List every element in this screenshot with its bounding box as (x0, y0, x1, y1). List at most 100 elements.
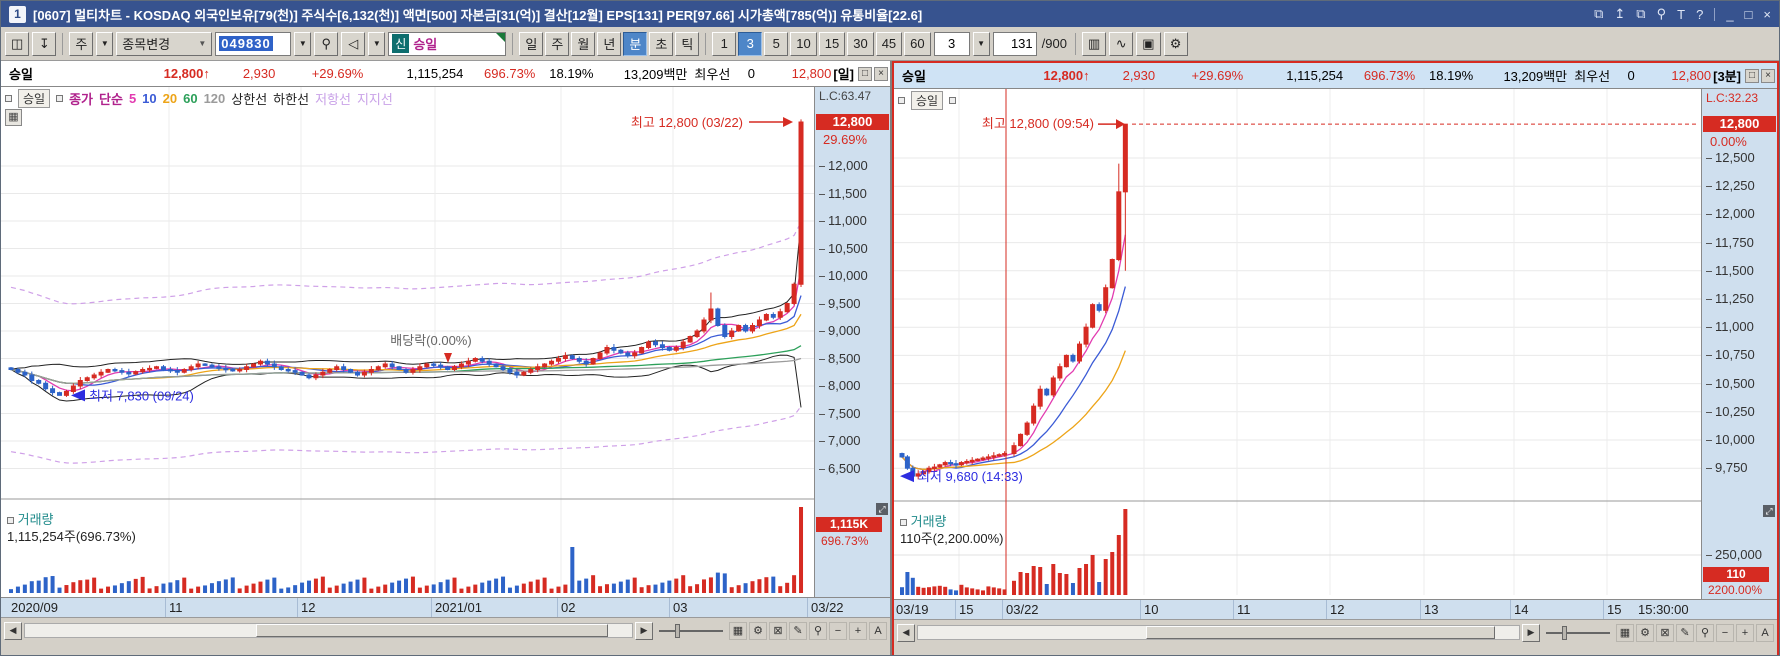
expand-icon[interactable]: ⤢ (876, 503, 888, 515)
lower-band-label[interactable]: 하한선 (273, 89, 309, 108)
quote-grid-icon[interactable]: ▦ (5, 109, 22, 126)
magnifier-icon[interactable]: ⚲ (809, 621, 827, 640)
interval-button-5[interactable]: 5 (764, 31, 789, 56)
expand-icon[interactable]: ⤢ (1763, 505, 1775, 517)
scroll-left-icon[interactable]: ◀ (4, 621, 22, 640)
ma10-label[interactable]: 10 (142, 91, 156, 106)
scrollbar-track[interactable] (24, 623, 633, 638)
settings-gear-icon[interactable]: ⚙ (1636, 623, 1654, 642)
auto-scale-button[interactable]: A (869, 621, 887, 640)
zoom-slider[interactable] (659, 622, 723, 640)
period-button-틱[interactable]: 틱 (675, 31, 700, 56)
stock-name-field[interactable]: 신 승일 (388, 31, 507, 56)
interval-button-30[interactable]: 30 (847, 31, 874, 56)
interval-button-45[interactable]: 45 (875, 31, 903, 56)
magnifier-icon[interactable]: ⚲ (1696, 623, 1714, 642)
indicator-stock-button[interactable]: 승일 (911, 91, 944, 110)
ma60-label[interactable]: 60 (183, 91, 197, 106)
pane-close-button[interactable]: × (874, 66, 888, 81)
add-indicator-icon[interactable]: ▥ (1081, 31, 1107, 56)
close-button[interactable]: × (1763, 7, 1771, 22)
ma20-label[interactable]: 20 (163, 91, 177, 106)
stock-change-button[interactable]: 종목변경 ▼ (116, 31, 213, 56)
layout-grid-icon[interactable]: ▦ (729, 621, 747, 640)
close-price-label[interactable]: 종가 (69, 89, 93, 108)
bar-count-input[interactable]: 131 (992, 31, 1037, 56)
checkbox-icon[interactable] (898, 97, 905, 104)
week-quick-button[interactable]: 주 (69, 31, 94, 56)
pane-close-button[interactable]: × (1761, 68, 1775, 83)
checkbox-icon[interactable] (56, 95, 64, 102)
pane-restore-button[interactable]: □ (858, 66, 872, 81)
maximize-button[interactable]: □ (1745, 7, 1753, 22)
zoom-slider-handle[interactable] (1562, 625, 1567, 640)
indicator-stock-button[interactable]: 승일 (18, 89, 51, 108)
zoom-slider-handle[interactable] (675, 623, 680, 638)
week-dropdown-icon[interactable]: ▼ (96, 31, 114, 56)
pin-icon[interactable]: ⚲ (1657, 6, 1667, 22)
search-icon[interactable]: ⚲ (314, 31, 339, 56)
interval-button-10[interactable]: 10 (790, 31, 817, 56)
zoom-out-button[interactable]: − (829, 621, 847, 640)
stock-code-input[interactable]: 049830 (215, 31, 292, 56)
period-button-년[interactable]: 년 (597, 31, 622, 56)
interval-button-3[interactable]: 3 (738, 31, 763, 56)
checkbox-icon[interactable] (7, 517, 14, 524)
draw-tool-icon[interactable]: ✎ (1676, 623, 1694, 642)
upper-band-label[interactable]: 상한선 (231, 89, 267, 108)
layout-grid-icon[interactable]: ▦ (1616, 623, 1634, 642)
speaker-dropdown-icon[interactable]: ▼ (368, 31, 386, 56)
scrollbar-thumb[interactable] (255, 624, 608, 637)
daily-price-volume-chart[interactable]: 최고 12,800 (03/22) 배당락(0.00%) 최저 7,830 (09/… (1, 87, 816, 597)
scrollbar-track[interactable] (917, 625, 1520, 640)
font-icon[interactable]: T (1677, 7, 1685, 22)
resistance-label[interactable]: 저항선 (315, 89, 351, 108)
period-button-분[interactable]: 분 (623, 31, 648, 56)
daily-chart-area[interactable]: 최고 12,800 (03/22) 배당락(0.00%) 최저 7,830 (09/… (1, 87, 890, 597)
save-chart-icon[interactable]: ▣ (1136, 31, 1161, 56)
pane-restore-button[interactable]: □ (1745, 68, 1759, 83)
add-trendline-icon[interactable]: ∿ (1109, 31, 1134, 56)
scroll-right-icon[interactable]: ▶ (1522, 623, 1540, 642)
checkbox-icon[interactable] (900, 519, 907, 526)
daily-price-axis[interactable]: L.C:63.47 12,800 29.69% ⤢ 1,115K 696.73%… (814, 87, 890, 597)
crosshair-icon[interactable]: ⊠ (769, 621, 787, 640)
save-down-icon[interactable]: ↧ (32, 31, 57, 56)
chart-settings-icon[interactable]: ⚙ (1163, 31, 1188, 56)
checkbox-icon[interactable] (949, 97, 957, 104)
zoom-slider[interactable] (1546, 624, 1610, 642)
scrollbar-thumb[interactable] (1146, 626, 1495, 639)
period-button-일[interactable]: 일 (519, 31, 544, 56)
auto-scale-button[interactable]: A (1756, 623, 1774, 642)
ma120-label[interactable]: 120 (204, 91, 226, 106)
panel-toggle-icon[interactable]: ◫ (5, 31, 30, 56)
checkbox-icon[interactable] (5, 95, 12, 102)
help-icon[interactable]: ? (1696, 7, 1703, 22)
minute-price-volume-chart[interactable]: 최고 12,800 (09:54) 최저 9,680 (14:33) (894, 89, 1701, 599)
scroll-left-icon[interactable]: ◀ (897, 623, 915, 642)
minute-select[interactable]: 3 (933, 31, 970, 56)
period-button-초[interactable]: 초 (649, 31, 674, 56)
speaker-icon[interactable]: ◁ (341, 31, 366, 56)
interval-button-60[interactable]: 60 (904, 31, 931, 56)
popout-icon[interactable]: ⧉ (1594, 6, 1603, 22)
scroll-right-icon[interactable]: ▶ (635, 621, 653, 640)
minute-price-axis[interactable]: L.C:32.23 12,800 0.00% ⤢ 250,000 110 220… (1701, 89, 1777, 599)
minimize-button[interactable]: _ (1726, 7, 1733, 22)
minute-select-dropdown-icon[interactable]: ▼ (972, 31, 990, 56)
duplicate-window-icon[interactable]: ⧉ (1636, 6, 1645, 22)
minute-time-axis[interactable]: 03/19 15 03/22 10 11 12 13 14 15 15:30:00 (894, 599, 1777, 619)
daily-time-axis[interactable]: 2020/09 11 12 2021/01 02 03 03/22 (1, 597, 890, 617)
ma-type-label[interactable]: 단순 (99, 89, 123, 108)
interval-button-15[interactable]: 15 (818, 31, 846, 56)
period-button-주[interactable]: 주 (545, 31, 570, 56)
minute-chart-area[interactable]: 최고 12,800 (09:54) 최저 9,680 (14:33) 승일 거래량… (894, 89, 1777, 599)
period-button-월[interactable]: 월 (571, 31, 596, 56)
interval-button-1[interactable]: 1 (712, 31, 737, 56)
support-label[interactable]: 지지선 (357, 89, 393, 108)
settings-gear-icon[interactable]: ⚙ (749, 621, 767, 640)
draw-tool-icon[interactable]: ✎ (789, 621, 807, 640)
crosshair-icon[interactable]: ⊠ (1656, 623, 1674, 642)
zoom-in-button[interactable]: + (849, 621, 867, 640)
ma5-label[interactable]: 5 (129, 91, 136, 106)
